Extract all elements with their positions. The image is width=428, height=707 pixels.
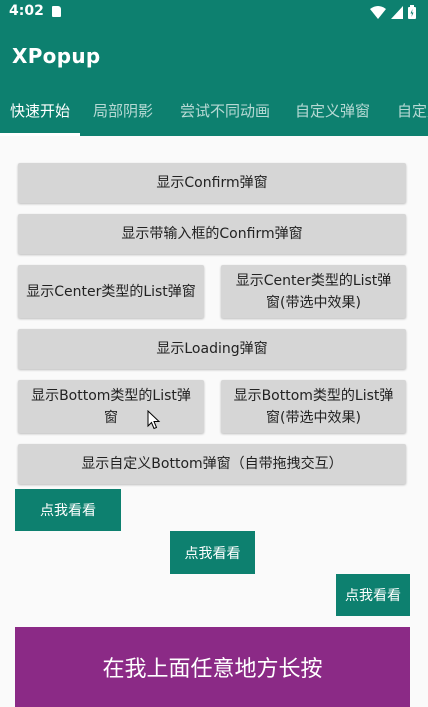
tab-label: 自定义 (397, 102, 428, 120)
battery-icon (408, 5, 416, 19)
show-center-list-button[interactable]: 显示Center类型的List弹窗 (18, 265, 204, 318)
show-bottom-list-check-button[interactable]: 显示Bottom类型的List弹窗(带选中效果) (221, 380, 406, 433)
button-label: 点我看看 (345, 588, 401, 604)
status-icons (370, 5, 416, 19)
tab-label: 局部阴影 (93, 102, 154, 120)
long-press-label: 在我上面任意地方长按 (102, 657, 323, 682)
app-bar: XPopup (0, 24, 428, 88)
tab-bar: 快速开始 局部阴影 尝试不同动画 自定义弹窗 自定义 (0, 88, 428, 136)
button-label: 显示Confirm弹窗 (156, 175, 268, 191)
long-press-area[interactable]: 在我上面任意地方长按 (15, 627, 410, 707)
sd-card-icon (52, 6, 61, 17)
look-button-center[interactable]: 点我看看 (170, 531, 255, 574)
button-label: 显示Center类型的List弹窗(带选中效果) (235, 272, 392, 311)
tab-label: 尝试不同动画 (180, 102, 271, 120)
button-label: 显示Bottom类型的List弹窗 (31, 387, 191, 426)
app-title: XPopup (12, 44, 101, 68)
status-bar: 4:02 (0, 0, 428, 24)
show-confirm-button[interactable]: 显示Confirm弹窗 (18, 163, 406, 203)
tab-quick-start[interactable]: 快速开始 (0, 88, 80, 136)
button-label: 显示自定义Bottom弹窗（自带拖拽交互） (81, 456, 343, 472)
show-input-confirm-button[interactable]: 显示带输入框的Confirm弹窗 (18, 214, 406, 254)
status-time: 4:02 (9, 3, 44, 19)
cell-signal-icon (391, 5, 403, 19)
wifi-icon (370, 5, 386, 19)
tab-indicator (0, 133, 80, 136)
look-button-left[interactable]: 点我看看 (15, 489, 121, 531)
show-bottom-list-button[interactable]: 显示Bottom类型的List弹窗 (18, 380, 204, 433)
show-center-list-check-button[interactable]: 显示Center类型的List弹窗(带选中效果) (221, 265, 406, 318)
look-button-right[interactable]: 点我看看 (336, 574, 410, 616)
button-label: 显示带输入框的Confirm弹窗 (121, 226, 303, 242)
show-custom-bottom-button[interactable]: 显示自定义Bottom弹窗（自带拖拽交互） (18, 444, 406, 484)
mouse-cursor-icon (147, 410, 161, 430)
tab-animations[interactable]: 尝试不同动画 (180, 88, 270, 136)
button-label: 点我看看 (184, 545, 241, 562)
button-label: 点我看看 (40, 503, 96, 519)
tab-label: 自定义弹窗 (295, 102, 371, 120)
button-label: 显示Center类型的List弹窗 (26, 283, 196, 300)
tab-custom-popup[interactable]: 自定义弹窗 (295, 88, 370, 136)
tab-label: 快速开始 (9, 102, 70, 120)
show-loading-button[interactable]: 显示Loading弹窗 (18, 329, 406, 369)
tab-partial-shadow[interactable]: 局部阴影 (93, 88, 153, 136)
button-label: 显示Loading弹窗 (156, 341, 268, 357)
button-label: 显示Bottom类型的List弹窗(带选中效果) (233, 387, 394, 426)
tab-custom-more[interactable]: 自定义 (397, 88, 428, 136)
